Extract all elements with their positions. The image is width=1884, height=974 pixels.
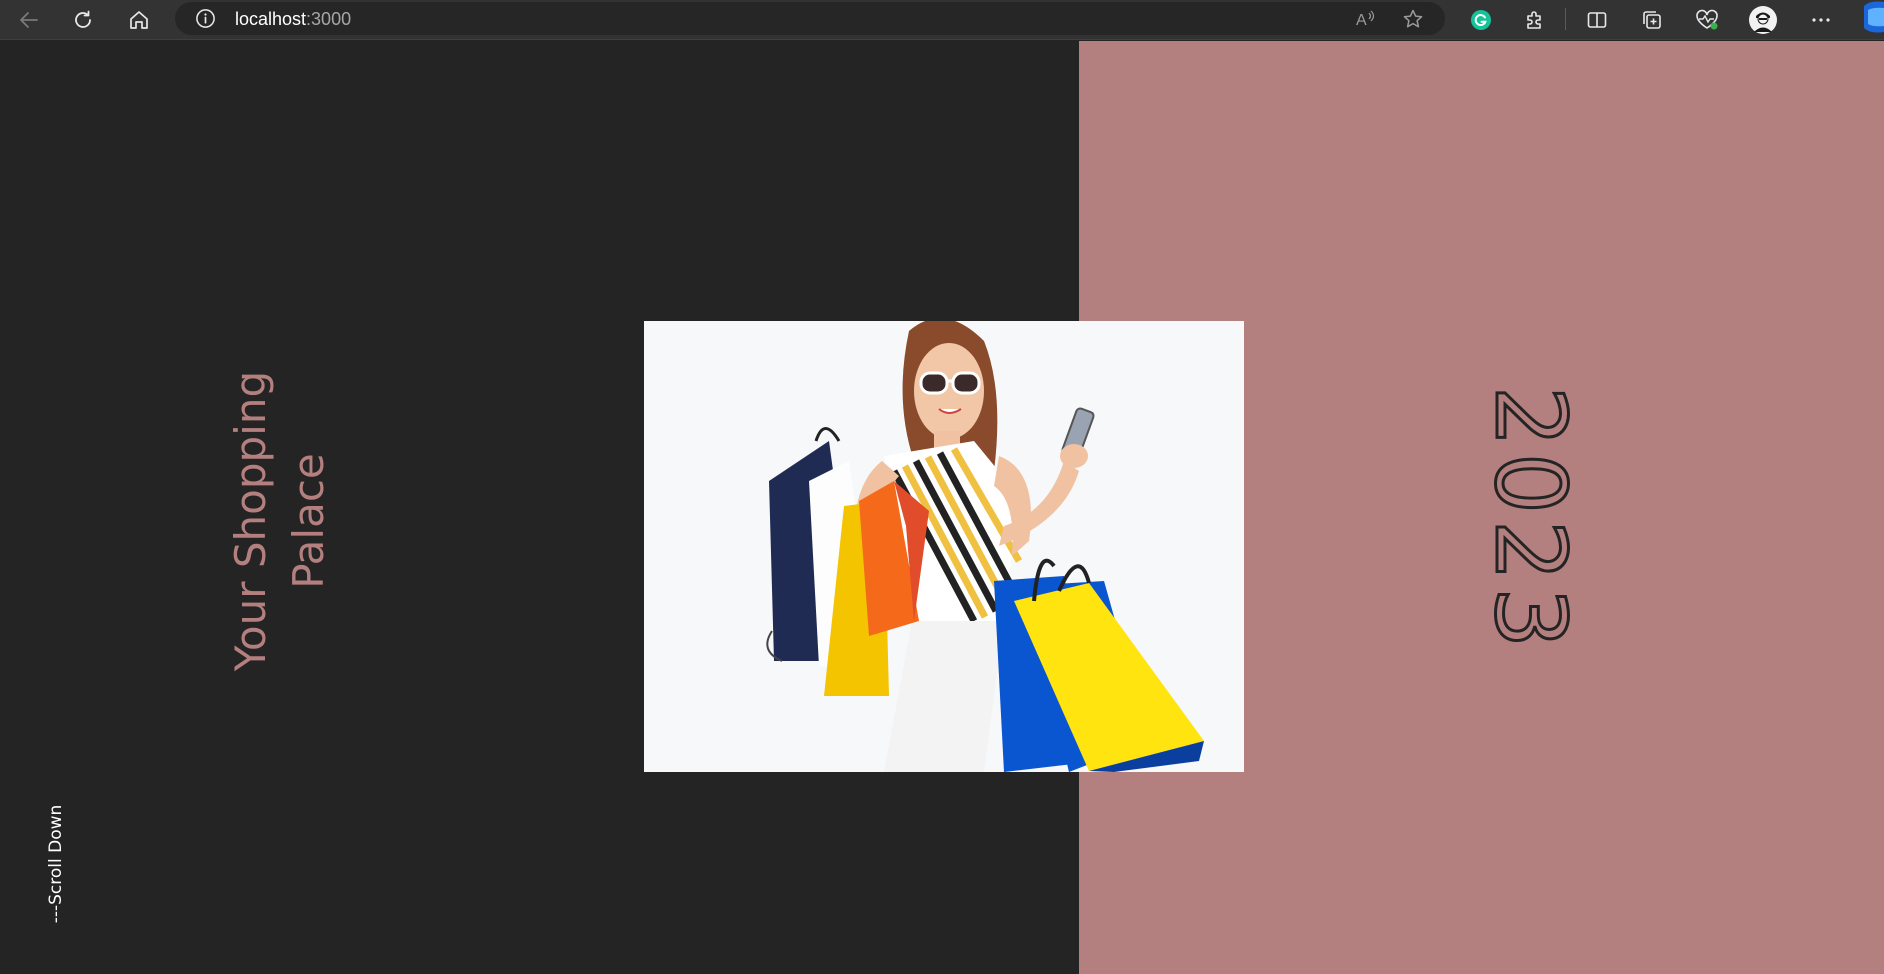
info-icon[interactable] — [195, 8, 216, 29]
back-arrow-icon — [20, 12, 38, 28]
address-port: :3000 — [306, 9, 352, 29]
svg-text:A: A — [1356, 12, 1367, 29]
landing-hero: Your Shopping Palace ---Scroll Down 2023 — [0, 41, 1884, 974]
read-aloud-icon[interactable]: A — [1354, 8, 1376, 30]
more-button[interactable] — [1806, 5, 1836, 35]
extensions-button[interactable] — [1520, 5, 1550, 35]
scroll-down-hint[interactable]: ---Scroll Down — [46, 805, 66, 924]
grammarly-button[interactable] — [1466, 5, 1496, 35]
home-button[interactable] — [124, 5, 154, 35]
split-screen-button[interactable] — [1582, 5, 1612, 35]
avatar — [1749, 6, 1777, 34]
home-icon — [130, 11, 148, 29]
browser-toolbar: localhost:3000 A — [0, 0, 1884, 40]
split-screen-icon — [1587, 12, 1607, 28]
year-outline-text: 2023 — [1473, 384, 1588, 655]
copilot-icon — [1864, 1, 1884, 33]
heart-pulse-icon — [1696, 9, 1718, 30]
address-host: localhost — [235, 9, 307, 29]
grammarly-icon — [1471, 10, 1491, 30]
collections-button[interactable] — [1637, 5, 1667, 35]
reload-button[interactable] — [68, 5, 98, 35]
toolbar-divider — [1565, 8, 1566, 30]
more-icon — [1812, 18, 1830, 22]
reload-icon — [75, 10, 91, 28]
collections-icon — [1643, 11, 1661, 29]
shopping-woman-illustration — [644, 321, 1244, 772]
hero-image — [644, 321, 1244, 772]
back-button[interactable] — [14, 5, 44, 35]
performance-button[interactable] — [1692, 5, 1722, 35]
star-icon[interactable] — [1402, 8, 1424, 30]
address-url[interactable]: localhost:3000 — [235, 9, 351, 29]
hero-title: Your Shopping Palace — [226, 370, 333, 672]
profile-button[interactable] — [1748, 5, 1778, 35]
puzzle-icon — [1527, 11, 1541, 29]
copilot-button[interactable] — [1860, 0, 1884, 36]
address-bar[interactable]: localhost:3000 A — [175, 2, 1445, 35]
